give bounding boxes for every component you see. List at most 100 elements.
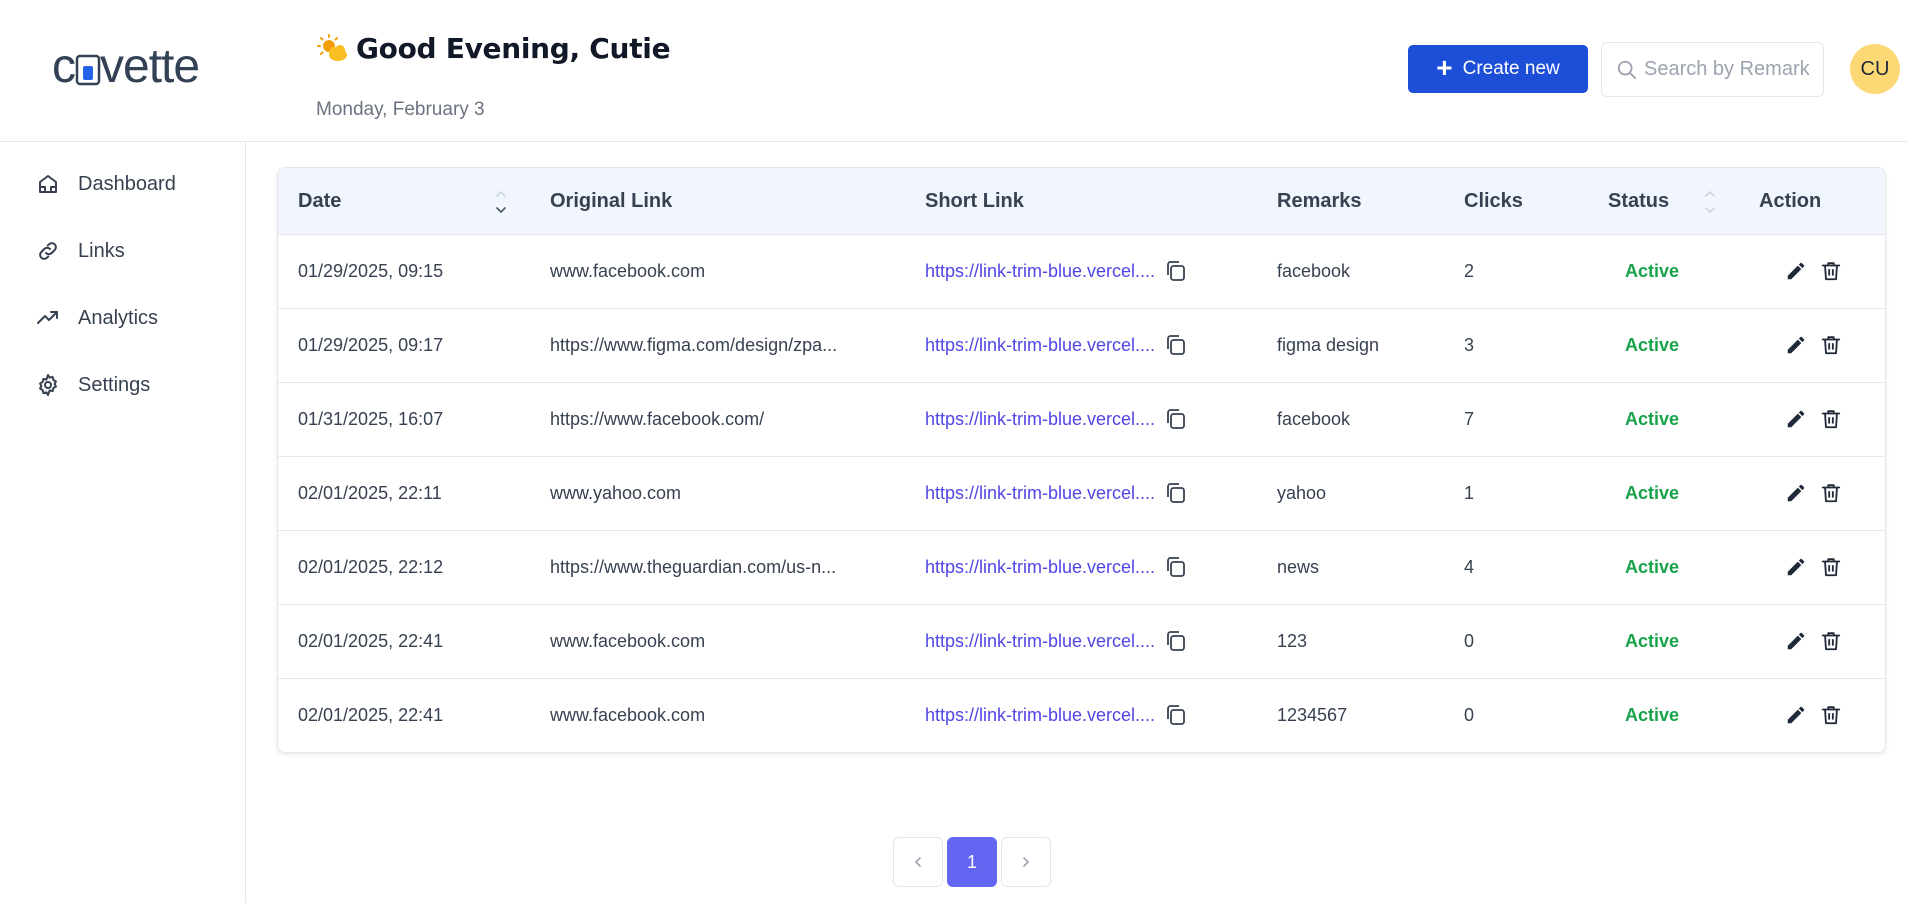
- sidebar-item-dashboard[interactable]: Dashboard: [36, 172, 176, 196]
- copy-icon[interactable]: [1164, 703, 1188, 727]
- cell-short-link[interactable]: https://link-trim-blue.vercel....: [925, 705, 1155, 726]
- cell-clicks: 3: [1464, 335, 1475, 355]
- current-date: Monday, February 3: [316, 99, 485, 120]
- sidebar-item-links[interactable]: Links: [36, 239, 125, 263]
- delete-icon[interactable]: [1820, 482, 1842, 504]
- cell-short-link[interactable]: https://link-trim-blue.vercel....: [925, 335, 1155, 356]
- cell-clicks: 0: [1464, 705, 1475, 725]
- column-remarks: Remarks: [1277, 190, 1362, 212]
- cell-short-link[interactable]: https://link-trim-blue.vercel....: [925, 261, 1155, 282]
- cell-remarks: 1234567: [1277, 705, 1348, 725]
- copy-icon[interactable]: [1164, 407, 1188, 431]
- column-date[interactable]: Date: [298, 190, 341, 213]
- svg-text:c: c: [52, 42, 75, 93]
- table-row: 02/01/2025, 22:12 https://www.theguardia…: [278, 531, 1885, 605]
- sidebar-item-analytics[interactable]: Analytics: [36, 306, 158, 330]
- sidebar-item-label: Settings: [78, 373, 151, 396]
- greeting: Good Evening, Cutie: [316, 32, 671, 65]
- edit-icon[interactable]: [1785, 408, 1807, 430]
- edit-icon[interactable]: [1785, 334, 1807, 356]
- home-icon: [39, 175, 57, 193]
- column-clicks: Clicks: [1464, 190, 1523, 212]
- edit-icon[interactable]: [1785, 630, 1807, 652]
- create-new-label: Create new: [1462, 58, 1560, 79]
- gear-icon: [39, 374, 57, 396]
- sort-status-icon[interactable]: [1703, 186, 1717, 218]
- edit-icon[interactable]: [1785, 556, 1807, 578]
- copy-icon[interactable]: [1164, 333, 1188, 357]
- cell-remarks: figma design: [1277, 335, 1380, 355]
- cell-remarks: facebook: [1277, 261, 1351, 281]
- status-badge: Active: [1625, 705, 1680, 725]
- cell-short-link[interactable]: https://link-trim-blue.vercel....: [925, 557, 1155, 578]
- status-badge: Active: [1625, 483, 1680, 503]
- cell-clicks: 2: [1464, 261, 1475, 281]
- status-badge: Active: [1625, 557, 1680, 577]
- cell-short-link[interactable]: https://link-trim-blue.vercel....: [925, 483, 1155, 504]
- links-table: Date Original Link Short Link Remarks Cl…: [277, 167, 1886, 753]
- table-row: 02/01/2025, 22:11 www.yahoo.com https://…: [278, 457, 1885, 531]
- search-input[interactable]: [1644, 58, 1819, 81]
- column-action: Action: [1759, 190, 1822, 212]
- copy-icon[interactable]: [1164, 259, 1188, 283]
- copy-icon[interactable]: [1164, 555, 1188, 579]
- delete-icon[interactable]: [1820, 556, 1842, 578]
- status-badge: Active: [1625, 631, 1680, 651]
- delete-icon[interactable]: [1820, 704, 1842, 726]
- delete-icon[interactable]: [1820, 260, 1842, 282]
- cell-date: 02/01/2025, 22:11: [298, 483, 442, 503]
- column-short-link: Short Link: [925, 190, 1024, 212]
- page-button-current[interactable]: 1: [947, 837, 997, 887]
- greeting-title: Good Evening, Cutie: [356, 32, 671, 65]
- edit-icon[interactable]: [1785, 260, 1807, 282]
- sidebar-item-label: Dashboard: [78, 172, 176, 195]
- cell-original-link[interactable]: www.facebook.com: [550, 705, 705, 726]
- search-icon: [1617, 60, 1637, 79]
- next-page-button[interactable]: [1001, 837, 1051, 887]
- copy-icon[interactable]: [1164, 481, 1188, 505]
- status-badge: Active: [1625, 261, 1680, 281]
- cell-original-link[interactable]: www.facebook.com: [550, 631, 705, 652]
- sidebar: Dashboard Links Analytics Settings: [0, 142, 246, 903]
- cell-date: 02/01/2025, 22:12: [298, 557, 444, 577]
- cell-original-link[interactable]: https://www.facebook.com/: [550, 409, 764, 430]
- status-badge: Active: [1625, 335, 1680, 355]
- create-new-button[interactable]: + Create new: [1408, 45, 1588, 93]
- delete-icon[interactable]: [1820, 334, 1842, 356]
- column-status[interactable]: Status: [1608, 190, 1669, 213]
- delete-icon[interactable]: [1820, 630, 1842, 652]
- cell-date: 02/01/2025, 22:41: [298, 631, 444, 651]
- cell-clicks: 7: [1464, 409, 1475, 429]
- sort-date-icon[interactable]: [494, 186, 508, 218]
- cell-date: 01/29/2025, 09:15: [298, 261, 444, 281]
- edit-icon[interactable]: [1785, 482, 1807, 504]
- cell-short-link[interactable]: https://link-trim-blue.vercel....: [925, 409, 1155, 430]
- svg-text:vette: vette: [100, 42, 199, 93]
- table-row: 01/29/2025, 09:17 https://www.figma.com/…: [278, 309, 1885, 383]
- top-header: c vette Good Evening, Cutie Monday, Febr…: [0, 0, 1907, 142]
- prev-page-button[interactable]: [893, 837, 943, 887]
- cell-remarks: 123: [1277, 631, 1308, 651]
- trending-up-icon: [37, 311, 58, 324]
- table-row: 01/29/2025, 09:15 www.facebook.com https…: [278, 235, 1885, 309]
- cell-original-link[interactable]: https://www.figma.com/design/zpa...: [550, 335, 837, 356]
- sidebar-item-label: Links: [78, 239, 125, 262]
- avatar[interactable]: CU: [1850, 44, 1900, 94]
- chevron-left-icon: [914, 857, 921, 867]
- cell-original-link[interactable]: www.facebook.com: [550, 261, 705, 282]
- sun-cloud-icon: [317, 33, 347, 61]
- cell-original-link[interactable]: www.yahoo.com: [550, 483, 681, 504]
- edit-icon[interactable]: [1785, 704, 1807, 726]
- delete-icon[interactable]: [1820, 408, 1842, 430]
- copy-icon[interactable]: [1164, 629, 1188, 653]
- cell-clicks: 0: [1464, 631, 1475, 651]
- cell-original-link[interactable]: https://www.theguardian.com/us-n...: [550, 557, 836, 578]
- link-icon: [39, 242, 57, 260]
- search-box[interactable]: [1601, 42, 1824, 97]
- table-header: Date Original Link Short Link Remarks Cl…: [278, 168, 1885, 235]
- table-row: 02/01/2025, 22:41 www.facebook.com https…: [278, 679, 1885, 752]
- cell-short-link[interactable]: https://link-trim-blue.vercel....: [925, 631, 1155, 652]
- table-row: 02/01/2025, 22:41 www.facebook.com https…: [278, 605, 1885, 679]
- cell-clicks: 1: [1464, 483, 1475, 503]
- sidebar-item-settings[interactable]: Settings: [36, 373, 150, 397]
